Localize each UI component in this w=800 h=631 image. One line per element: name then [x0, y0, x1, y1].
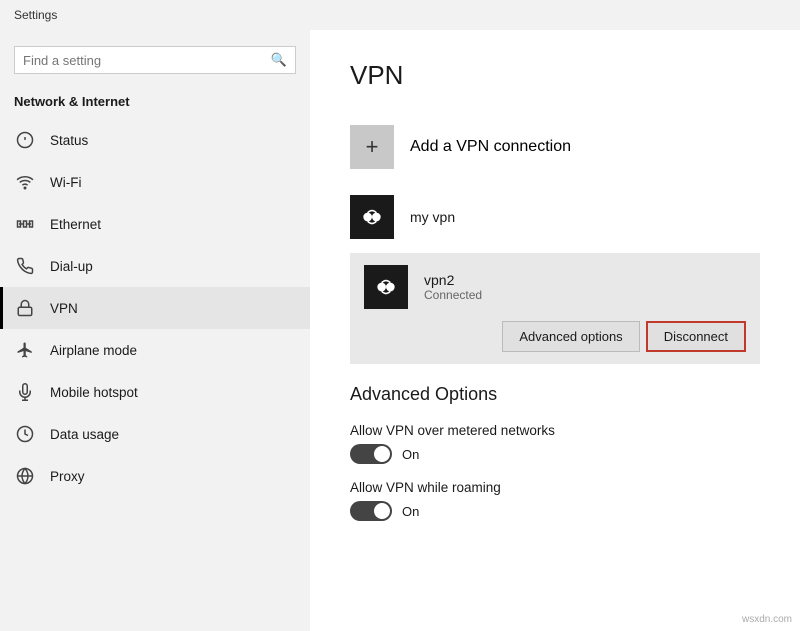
- app-title: Settings: [14, 8, 57, 22]
- sidebar-item-label-airplane: Airplane mode: [50, 343, 137, 358]
- sidebar-item-label-dialup: Dial-up: [50, 259, 93, 274]
- status-icon: [14, 129, 36, 151]
- toggle-roaming-text: On: [402, 504, 419, 519]
- hotspot-icon: [14, 381, 36, 403]
- sidebar-item-datausage[interactable]: Data usage: [0, 413, 310, 455]
- sidebar-item-dialup[interactable]: Dial-up: [0, 245, 310, 287]
- disconnect-button[interactable]: Disconnect: [646, 321, 746, 352]
- search-input[interactable]: [23, 53, 271, 68]
- datausage-icon: [14, 423, 36, 445]
- ethernet-icon: [14, 213, 36, 235]
- add-vpn-icon: +: [350, 125, 394, 169]
- dialup-icon: [14, 255, 36, 277]
- vpn-item-myvpn[interactable]: my vpn: [350, 185, 760, 249]
- sidebar-item-label-hotspot: Mobile hotspot: [50, 385, 138, 400]
- sidebar-item-label-status: Status: [50, 133, 88, 148]
- sidebar-item-label-proxy: Proxy: [50, 469, 85, 484]
- wifi-icon: [14, 171, 36, 193]
- vpn-sidebar-icon: [14, 297, 36, 319]
- search-icon: 🔍: [271, 52, 287, 68]
- add-vpn-label: Add a VPN connection: [410, 138, 571, 156]
- vpn2-row: vpn2 Connected: [364, 265, 746, 309]
- option-metered-toggle-row: On: [350, 444, 760, 464]
- option-roaming-toggle-row: On: [350, 501, 760, 521]
- search-box[interactable]: 🔍: [14, 46, 296, 74]
- proxy-icon: [14, 465, 36, 487]
- page-title: VPN: [350, 60, 760, 91]
- option-roaming-label: Allow VPN while roaming: [350, 480, 760, 495]
- sidebar-item-label-wifi: Wi-Fi: [50, 175, 81, 190]
- vpn-status-vpn2: Connected: [424, 288, 482, 302]
- advanced-options-section: Advanced Options Allow VPN over metered …: [350, 384, 760, 521]
- vpn-list: + Add a VPN connection my vpn: [350, 115, 760, 364]
- option-roaming: Allow VPN while roaming On: [350, 480, 760, 521]
- sidebar-item-label-datausage: Data usage: [50, 427, 119, 442]
- sidebar: 🔍 Network & Internet Status: [0, 30, 310, 631]
- sidebar-item-ethernet[interactable]: Ethernet: [0, 203, 310, 245]
- airplane-icon: [14, 339, 36, 361]
- vpn-item-icon-myvpn: [350, 195, 394, 239]
- add-vpn-item[interactable]: + Add a VPN connection: [350, 115, 760, 179]
- vpn-item-vpn2-expanded: vpn2 Connected Advanced options Disconne…: [350, 253, 760, 364]
- vpn-name-myvpn: my vpn: [410, 209, 455, 225]
- option-metered: Allow VPN over metered networks On: [350, 423, 760, 464]
- watermark: wsxdn.com: [742, 614, 792, 625]
- sidebar-item-airplane[interactable]: Airplane mode: [0, 329, 310, 371]
- sidebar-item-status[interactable]: Status: [0, 119, 310, 161]
- toggle-metered[interactable]: [350, 444, 392, 464]
- advanced-options-title: Advanced Options: [350, 384, 760, 405]
- advanced-options-button[interactable]: Advanced options: [502, 321, 639, 352]
- sidebar-item-wifi[interactable]: Wi-Fi: [0, 161, 310, 203]
- vpn-item-icon-vpn2: [364, 265, 408, 309]
- main-content: VPN + Add a VPN connection my v: [310, 30, 800, 631]
- toggle-roaming[interactable]: [350, 501, 392, 521]
- vpn-name-vpn2: vpn2: [424, 272, 482, 288]
- sidebar-item-hotspot[interactable]: Mobile hotspot: [0, 371, 310, 413]
- option-metered-label: Allow VPN over metered networks: [350, 423, 760, 438]
- sidebar-item-proxy[interactable]: Proxy: [0, 455, 310, 497]
- vpn-action-buttons: Advanced options Disconnect: [364, 321, 746, 352]
- toggle-metered-text: On: [402, 447, 419, 462]
- sidebar-item-label-vpn: VPN: [50, 301, 78, 316]
- sidebar-item-vpn[interactable]: VPN: [0, 287, 310, 329]
- sidebar-section-title: Network & Internet: [0, 90, 310, 119]
- sidebar-item-label-ethernet: Ethernet: [50, 217, 101, 232]
